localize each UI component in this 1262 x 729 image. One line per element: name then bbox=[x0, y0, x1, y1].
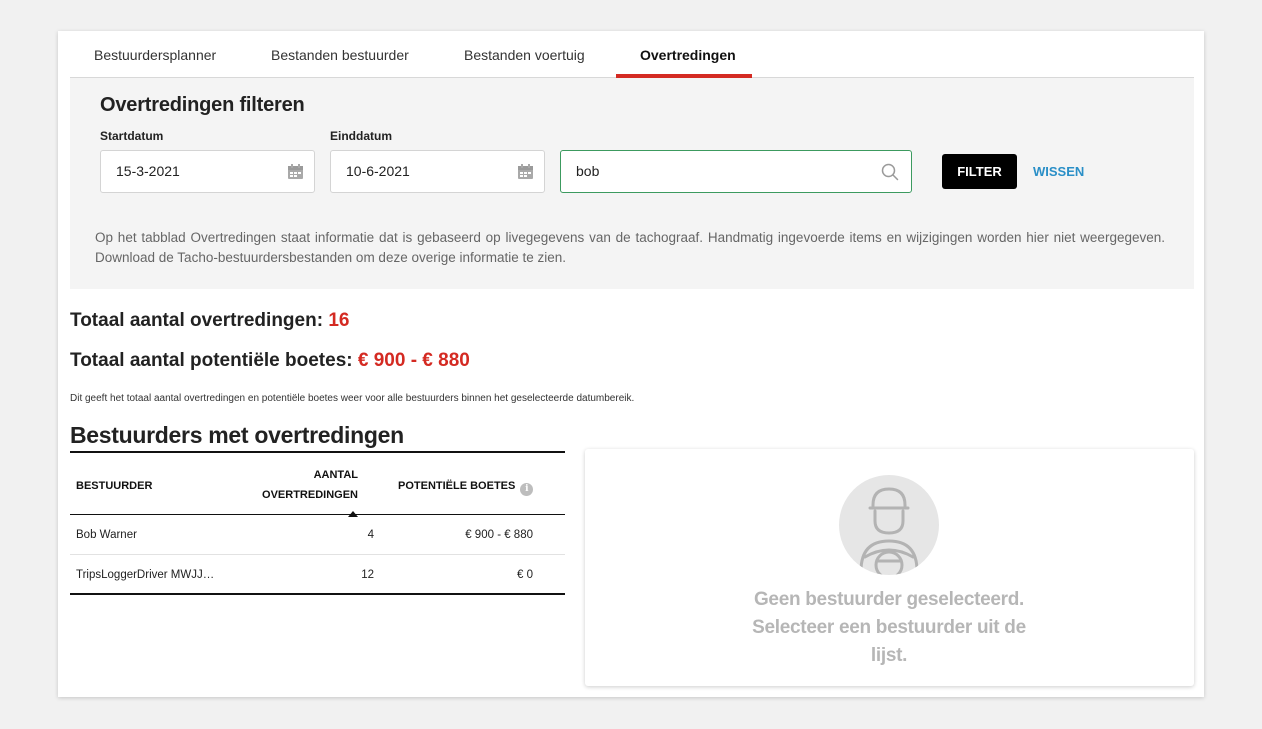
table-header: BESTUURDER AANTAL OVERTREDINGEN POTENTIË… bbox=[70, 453, 565, 517]
table-row[interactable]: Bob Warner 4 € 900 - € 880 bbox=[70, 515, 565, 555]
total-fines: Totaal aantal potentiële boetes: € 900 -… bbox=[70, 350, 470, 372]
cell-fines: € 900 - € 880 bbox=[465, 529, 533, 541]
total-violations: Totaal aantal overtredingen: 16 bbox=[70, 310, 349, 332]
main-card: Bestuurdersplanner Bestanden bestuurder … bbox=[58, 31, 1204, 697]
column-header-driver[interactable]: BESTUURDER bbox=[76, 476, 152, 496]
clear-filter-link[interactable]: WISSEN bbox=[1033, 154, 1084, 189]
filter-button[interactable]: FILTER bbox=[942, 154, 1017, 189]
tab-bar: Bestuurdersplanner Bestanden bestuurder … bbox=[70, 31, 1194, 78]
end-date-value: 10-6-2021 bbox=[346, 163, 410, 179]
cell-driver: TripsLoggerDriver MWJJ… bbox=[76, 569, 215, 581]
info-text: Op het tabblad Overtredingen staat infor… bbox=[95, 230, 1165, 265]
start-date-field[interactable]: 15-3-2021 bbox=[100, 150, 315, 193]
tab-driver-files[interactable]: Bestanden bestuurder bbox=[271, 31, 409, 78]
filter-title: Overtredingen filteren bbox=[100, 94, 305, 116]
search-icon[interactable] bbox=[881, 163, 899, 181]
column-header-fines[interactable]: POTENTIËLE BOETES i bbox=[398, 476, 534, 496]
driver-avatar-icon bbox=[839, 475, 939, 575]
cell-driver: Bob Warner bbox=[76, 529, 137, 541]
driver-detail-panel: Geen bestuurder geselecteerd. Selecteer … bbox=[585, 449, 1194, 686]
drivers-table: BESTUURDER AANTAL OVERTREDINGEN POTENTIË… bbox=[70, 451, 565, 595]
calendar-icon[interactable] bbox=[517, 163, 534, 180]
tab-vehicle-files[interactable]: Bestanden voertuig bbox=[464, 31, 585, 78]
column-header-violations-line1: AANTAL bbox=[313, 469, 358, 481]
info-icon[interactable]: i bbox=[520, 483, 534, 496]
column-header-fines-label: POTENTIËLE BOETES bbox=[398, 480, 516, 492]
table-row[interactable]: TripsLoggerDriver MWJJ… 12 € 0 bbox=[70, 555, 565, 595]
total-fines-value: € 900 - € 880 bbox=[357, 350, 470, 371]
tab-driver-planner[interactable]: Bestuurdersplanner bbox=[94, 31, 216, 78]
calendar-icon[interactable] bbox=[287, 163, 304, 180]
tab-violations[interactable]: Overtredingen bbox=[640, 31, 736, 78]
filter-panel: Overtredingen filteren Startdatum 15-3-2… bbox=[70, 78, 1194, 289]
cell-violations: 12 bbox=[361, 569, 374, 581]
total-violations-value: 16 bbox=[328, 310, 350, 331]
end-date-label: Einddatum bbox=[330, 129, 392, 143]
totals-note: Dit geeft het totaal aantal overtredinge… bbox=[70, 393, 635, 404]
driver-search-input[interactable]: bob bbox=[560, 150, 912, 193]
start-date-value: 15-3-2021 bbox=[116, 163, 180, 179]
drivers-section-title: Bestuurders met overtredingen bbox=[70, 422, 404, 448]
start-date-label: Startdatum bbox=[100, 129, 164, 143]
cell-violations: 4 bbox=[367, 529, 374, 541]
end-date-field[interactable]: 10-6-2021 bbox=[330, 150, 545, 193]
search-value: bob bbox=[576, 163, 600, 179]
no-driver-selected-message: Geen bestuurder geselecteerd. Selecteer … bbox=[752, 589, 1026, 666]
cell-fines: € 0 bbox=[517, 569, 533, 581]
total-violations-label: Totaal aantal overtredingen: bbox=[70, 310, 324, 331]
total-fines-label: Totaal aantal potentiële boetes: bbox=[70, 350, 353, 371]
